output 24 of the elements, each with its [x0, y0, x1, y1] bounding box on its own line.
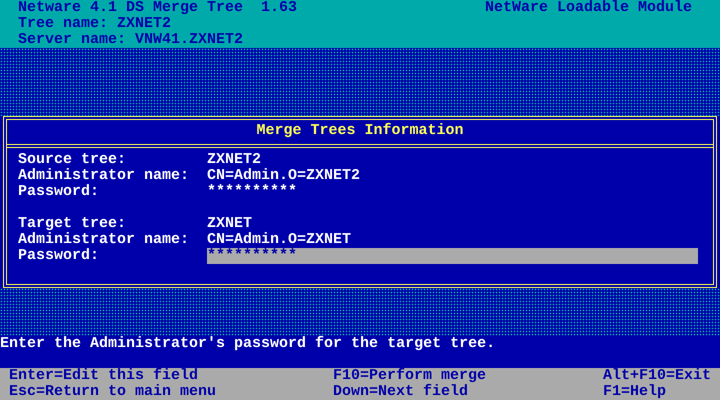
field-label: Password: [18, 184, 100, 200]
input-field[interactable]: ZXNET2 [207, 152, 698, 168]
module-label: NetWare Loadable Module [484, 0, 692, 16]
key-hint: Enter=Edit this field [9, 368, 200, 384]
input-field[interactable]: ZXNET [207, 216, 698, 232]
app-title: Netware 4.1 DS Merge Tree 1.63 [18, 0, 298, 16]
field-label: Administrator name: [18, 168, 190, 184]
key-hint: Alt+F10=Exit [603, 368, 712, 384]
info-line: Server name: VNW41.ZXNET2 [18, 32, 244, 48]
input-field[interactable]: CN=Admin.O=ZXNET2 [207, 168, 698, 184]
key-hint: Down=Next field [333, 384, 470, 400]
status-message: Enter the Administrator's password for the target tree. [0, 335, 496, 352]
field-label: Target tree: [18, 216, 128, 232]
key-hint: F1=Help [603, 384, 668, 400]
info-line: Tree name: ZXNET2 [18, 16, 172, 32]
field-label: Administrator name: [18, 232, 190, 248]
input-field[interactable]: ********** [207, 248, 698, 264]
field-label: Source tree: [18, 152, 128, 168]
input-field[interactable]: ********** [207, 184, 698, 200]
dialog-title: Merge Trees Information [256, 121, 464, 141]
key-hint: Esc=Return to main menu [9, 384, 218, 400]
field-label: Password: [18, 248, 100, 264]
input-field[interactable]: CN=Admin.O=ZXNET [207, 232, 698, 248]
key-hint: F10=Perform merge [333, 368, 488, 384]
